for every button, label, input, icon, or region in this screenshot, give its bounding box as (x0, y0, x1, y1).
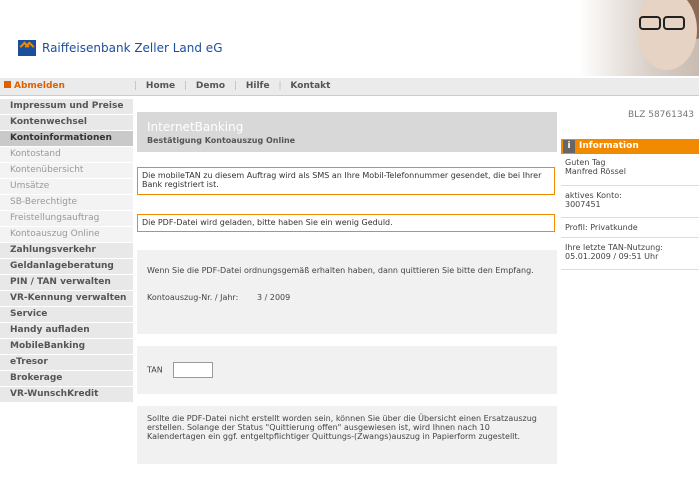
confirm-text: Wenn Sie die PDF-Datei ordnungsgemäß erh… (147, 266, 534, 275)
info-header: i Information (561, 139, 699, 154)
sidebar-item-vr-kennung-verwalten[interactable]: VR-Kennung verwalten (0, 291, 133, 306)
blz-label: BLZ 58761343 (628, 110, 695, 120)
header-photo (579, 0, 699, 76)
tan-usage-block: Ihre letzte TAN-Nutzung: 05.01.2009 / 09… (565, 243, 697, 261)
sidebar-item-impressum-und-preise[interactable]: Impressum und Preise (0, 99, 133, 114)
sidebar: Impressum und Preise Kontenwechsel Kontoin… (0, 99, 133, 403)
nav-home[interactable]: Home (146, 81, 175, 91)
sidebar-item-sb-berechtigte[interactable]: SB-Berechtigte (0, 195, 133, 210)
sidebar-item-etresor[interactable]: eTresor (0, 355, 133, 370)
statement-value: 3 / 2009 (257, 293, 291, 302)
banner-title: InternetBanking (147, 120, 244, 134)
profile-text: Profil: Privatkunde (565, 223, 638, 232)
sidebar-item-zahlungsverkehr[interactable]: Zahlungsverkehr (0, 243, 133, 258)
user-name: Manfred Rössel (565, 167, 626, 176)
pdf-loading-message: Die PDF-Datei wird geladen, bitte haben … (137, 214, 555, 232)
nav-kontakt[interactable]: Kontakt (290, 81, 330, 91)
sidebar-item-freistellungsauftrag[interactable]: Freistellungsauftrag (0, 211, 133, 226)
sidebar-item-mobilebanking[interactable]: MobileBanking (0, 339, 133, 354)
sidebar-item-umsätze[interactable]: Umsätze (0, 179, 133, 194)
sidebar-item-geldanlageberatung[interactable]: Geldanlageberatung (0, 259, 133, 274)
greeting-block: Guten Tag Manfred Rössel (565, 158, 697, 176)
page-banner: InternetBanking Bestätigung Kontoauszug … (137, 112, 557, 152)
tan-panel: TAN (137, 346, 557, 394)
tan-usage-time: 05.01.2009 / 09:51 Uhr (565, 252, 659, 261)
top-nav-links: | Home | Demo | Hilfe | Kontakt (134, 81, 331, 91)
note-text: Sollte die PDF-Datei nicht erstellt word… (147, 414, 537, 441)
sidebar-item-pin-tan-verwalten[interactable]: PIN / TAN verwalten (0, 275, 133, 290)
sidebar-item-kontoinformationen[interactable]: Kontoinformationen (0, 131, 133, 146)
tan-input[interactable] (173, 362, 214, 378)
nav-demo[interactable]: Demo (196, 81, 225, 91)
sidebar-item-handy-aufladen[interactable]: Handy aufladen (0, 323, 133, 338)
note-panel: Sollte die PDF-Datei nicht erstellt word… (137, 406, 557, 464)
sidebar-item-vr-wunschkredit[interactable]: VR-WunschKredit (0, 387, 133, 402)
statement-label: Kontoauszug-Nr. / Jahr: (147, 293, 239, 302)
account-block: aktives Konto: 3007451 (565, 191, 697, 209)
tan-label: TAN (147, 365, 163, 375)
info-icon: i (563, 140, 575, 153)
top-navbar: Abmelden | Home | Demo | Hilfe | Kontakt (0, 78, 699, 96)
nav-hilfe[interactable]: Hilfe (246, 81, 270, 91)
bank-name: Raiffeisenbank Zeller Land eG (42, 41, 223, 55)
confirm-panel: Wenn Sie die PDF-Datei ordnungsgemäß erh… (137, 250, 557, 334)
mobile-tan-message: Die mobileTAN zu diesem Auftrag wird als… (137, 167, 555, 195)
bank-logo[interactable]: Raiffeisenbank Zeller Land eG (18, 40, 223, 56)
logout-link[interactable]: Abmelden (4, 81, 65, 91)
sidebar-item-service[interactable]: Service (0, 307, 133, 322)
sidebar-item-kontenübersicht[interactable]: Kontenübersicht (0, 163, 133, 178)
logout-icon (4, 81, 11, 88)
raiffeisen-logo-icon (18, 40, 36, 56)
account-number: 3007451 (565, 200, 601, 209)
page-title: Bestätigung Kontoauszug Online (147, 136, 296, 145)
sidebar-item-kontenwechsel[interactable]: Kontenwechsel (0, 115, 133, 130)
sidebar-item-kontoauszug-online[interactable]: Kontoauszug Online (0, 227, 133, 242)
sidebar-item-kontostand[interactable]: Kontostand (0, 147, 133, 162)
header: Raiffeisenbank Zeller Land eG (0, 0, 699, 76)
sidebar-item-brokerage[interactable]: Brokerage (0, 371, 133, 386)
